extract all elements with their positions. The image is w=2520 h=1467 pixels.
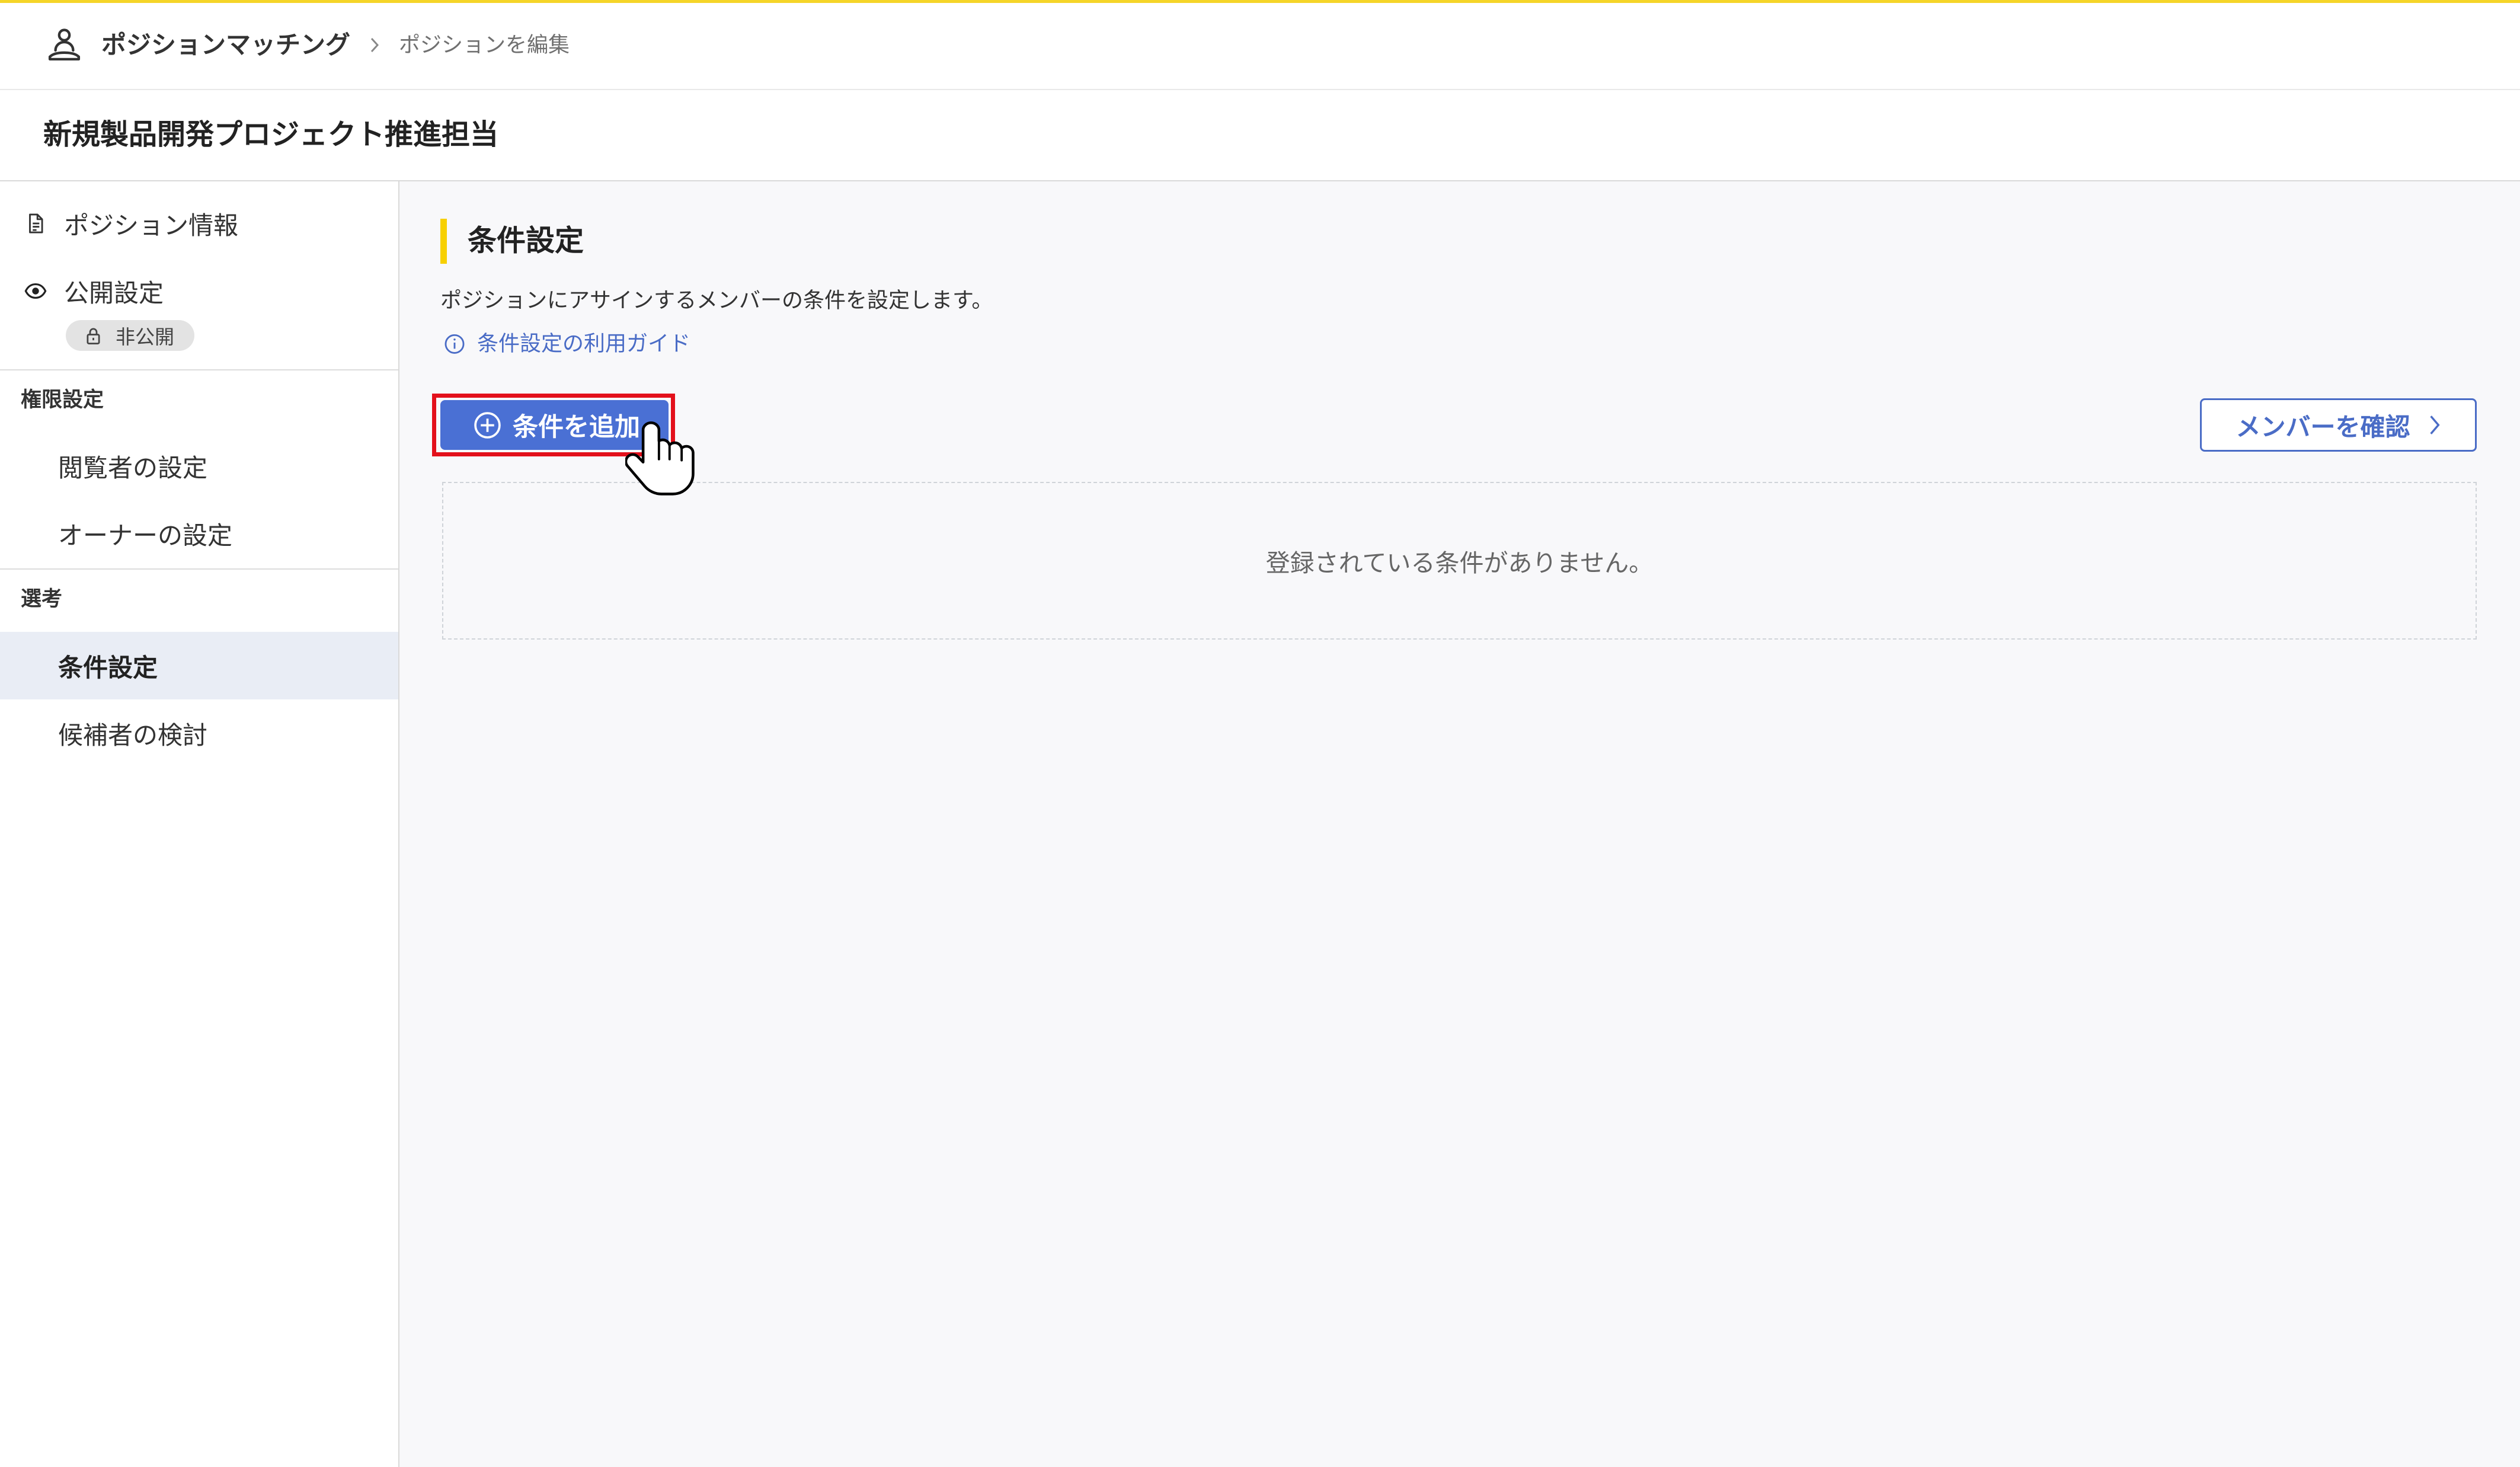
- person-badge-icon: [45, 25, 84, 64]
- plus-circle-icon: [473, 411, 502, 440]
- eye-icon: [24, 280, 47, 302]
- breadcrumb-app-link[interactable]: ポジションマッチング: [101, 30, 350, 60]
- sidebar-divider: [0, 369, 398, 370]
- sidebar-item-candidate-review[interactable]: 候補者の検討: [0, 699, 398, 767]
- sidebar-item-position-info[interactable]: ポジション情報: [0, 190, 398, 257]
- sidebar-section-title: 権限設定: [21, 388, 104, 412]
- empty-conditions-panel: 登録されている条件がありません。: [442, 482, 2477, 640]
- sidebar-item-label: 公開設定: [64, 278, 164, 308]
- heading-accent-bar: [440, 219, 447, 264]
- sidebar-item-label: ポジション情報: [64, 210, 239, 240]
- badge-label: 非公開: [116, 325, 174, 349]
- sidebar-item-label: オーナーの設定: [58, 520, 233, 550]
- empty-state-message: 登録されている条件がありません。: [1265, 549, 1654, 577]
- chevron-right-icon: [2428, 414, 2441, 436]
- sidebar-item-owner-settings[interactable]: オーナーの設定: [0, 500, 398, 567]
- sidebar-item-visibility[interactable]: 公開設定 非公開: [0, 257, 398, 367]
- sidebar-item-visibility-row: 公開設定: [0, 257, 398, 325]
- info-icon: [443, 333, 466, 355]
- add-condition-label: 条件を追加: [513, 413, 640, 442]
- page-title-bar: 新規製品開発プロジェクト推進担当: [0, 90, 2520, 181]
- sidebar-item-condition-settings[interactable]: 条件設定: [0, 632, 398, 699]
- add-condition-button[interactable]: 条件を追加: [440, 400, 669, 450]
- sidebar-item-label: 閲覧者の設定: [58, 453, 208, 482]
- guide-link[interactable]: 条件設定の利用ガイド: [443, 331, 690, 356]
- sidebar-section-title: 選考: [21, 587, 63, 611]
- confirm-members-button[interactable]: メンバーを確認: [2200, 398, 2477, 452]
- sidebar-item-viewer-settings[interactable]: 閲覧者の設定: [0, 432, 398, 500]
- breadcrumb-header: ポジションマッチング ポジションを編集: [0, 3, 2520, 90]
- confirm-members-label: メンバーを確認: [2236, 412, 2410, 442]
- sidebar-item-label: 条件設定: [58, 653, 158, 682]
- section-heading: 条件設定: [468, 223, 584, 258]
- guide-link-label: 条件設定の利用ガイド: [477, 331, 691, 356]
- breadcrumb-current: ポジションを編集: [399, 33, 570, 57]
- document-icon: [24, 212, 47, 235]
- page-title: 新規製品開発プロジェクト推進担当: [43, 118, 499, 152]
- chevron-right-icon: [367, 37, 382, 53]
- sidebar-divider: [0, 568, 398, 570]
- section-description: ポジションにアサインするメンバーの条件を設定します。: [440, 288, 993, 313]
- sidebar: ポジション情報 公開設定 非公開 権限設定 閲覧者の設定 オーナーの設定 選考 …: [0, 181, 399, 1467]
- main-content: 条件設定 ポジションにアサインするメンバーの条件を設定します。 条件設定の利用ガ…: [399, 181, 2520, 1467]
- lock-icon: [84, 326, 103, 346]
- visibility-status-badge: 非公開: [66, 320, 194, 351]
- sidebar-item-label: 候補者の検討: [58, 720, 208, 750]
